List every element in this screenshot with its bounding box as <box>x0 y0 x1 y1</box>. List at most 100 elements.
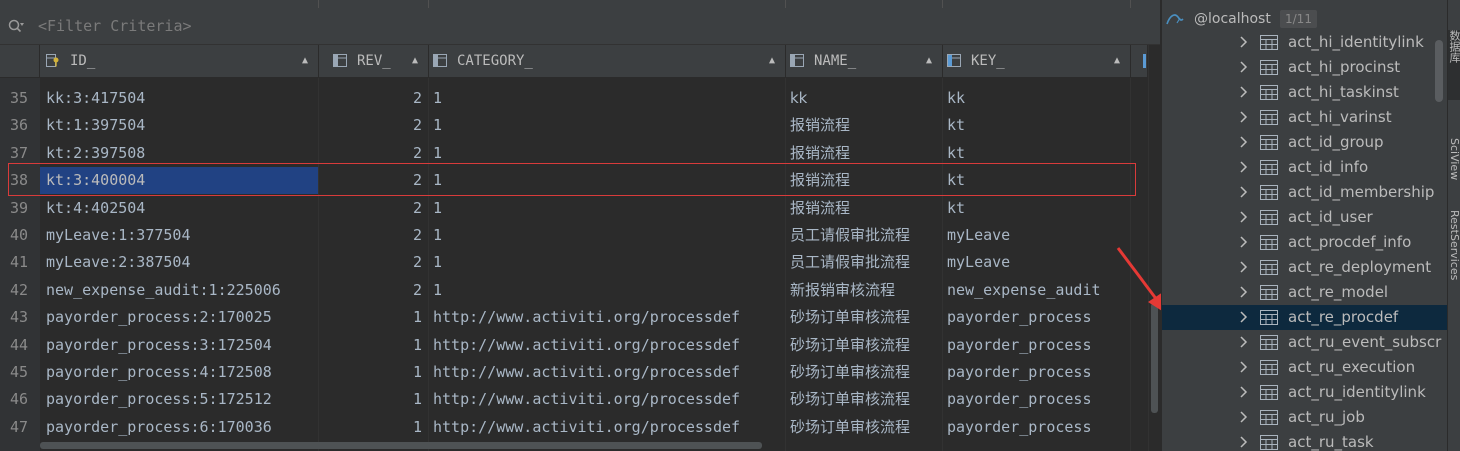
table-row[interactable]: 41 myLeave:2:387504 2 1 员工请假审批流程 myLeave <box>0 249 1148 276</box>
table-node-act-hi-varinst[interactable]: act_hi_varinst <box>1162 105 1448 130</box>
table-node-act-ru-job[interactable]: act_ru_job <box>1162 405 1448 430</box>
cell-category[interactable]: http://www.activiti.org/processdef <box>433 359 783 386</box>
cell-name[interactable]: 砂场订单审核流程 <box>790 386 940 413</box>
table-node-act-id-user[interactable]: act_id_user <box>1162 205 1448 230</box>
cell-name[interactable]: 新报销审核流程 <box>790 277 940 304</box>
cell-key[interactable]: new_expense_audit <box>947 277 1127 304</box>
table-node-act-ru-event-subscr[interactable]: act_ru_event_subscr <box>1162 330 1448 355</box>
chevron-right-icon[interactable] <box>1238 136 1248 148</box>
cell-key[interactable]: kk <box>947 85 1127 112</box>
cell-key[interactable]: payorder_process <box>947 304 1127 331</box>
scrollbar-thumb[interactable] <box>40 442 762 449</box>
chevron-right-icon[interactable] <box>1238 36 1248 48</box>
cell-key[interactable]: myLeave <box>947 222 1127 249</box>
cell-name[interactable]: kk <box>790 85 940 112</box>
cell-category[interactable]: http://www.activiti.org/processdef <box>433 304 783 331</box>
chevron-right-icon[interactable] <box>1238 386 1248 398</box>
sort-arrows-icon[interactable]: ▲ <box>926 45 932 77</box>
table-row[interactable]: 45 payorder_process:4:172508 1 http://www.a… <box>0 359 1148 386</box>
cell-rev[interactable]: 1 <box>319 386 422 413</box>
row-number[interactable]: 36 <box>0 112 34 139</box>
column-header-name[interactable]: NAME_ ▲ <box>786 45 943 77</box>
cell-name[interactable]: 员工请假审批流程 <box>790 222 940 249</box>
table-node-act-ru-identitylink[interactable]: act_ru_identitylink <box>1162 380 1448 405</box>
cell-name[interactable]: 报销流程 <box>790 195 940 222</box>
table-row[interactable]: 43 payorder_process:2:170025 1 http://www.a… <box>0 304 1148 331</box>
table-row[interactable]: 36 kt:1:397504 2 1 报销流程 kt <box>0 112 1148 139</box>
cell-rev[interactable]: 2 <box>319 195 422 222</box>
row-number[interactable]: 40 <box>0 222 34 249</box>
cell-id[interactable]: kt:1:397504 <box>46 112 316 139</box>
cell-rev[interactable]: 1 <box>319 304 422 331</box>
table-node-act-re-procdef[interactable]: act_re_procdef <box>1162 305 1448 330</box>
cell-rev[interactable]: 1 <box>319 414 422 441</box>
table-node-act-re-model[interactable]: act_re_model <box>1162 280 1448 305</box>
chevron-right-icon[interactable] <box>1238 186 1248 198</box>
cell-id[interactable]: new_expense_audit:1:225006 <box>46 277 316 304</box>
cell-id[interactable]: myLeave:1:377504 <box>46 222 316 249</box>
cell-key[interactable]: payorder_process <box>947 359 1127 386</box>
grid-horizontal-scrollbar[interactable] <box>40 440 1148 451</box>
cell-name[interactable]: 砂场订单审核流程 <box>790 414 940 441</box>
cell-rev[interactable]: 2 <box>319 85 422 112</box>
column-header-next[interactable] <box>1131 45 1148 77</box>
row-number[interactable]: 47 <box>0 414 34 441</box>
column-header-category[interactable]: CATEGORY_ ▲ <box>429 45 786 77</box>
table-node-act-ru-execution[interactable]: act_ru_execution <box>1162 355 1448 380</box>
table-row[interactable]: 47 payorder_process:6:170036 1 http://www.a… <box>0 414 1148 441</box>
tab-restservices[interactable]: RestServices <box>1448 210 1460 300</box>
table-row[interactable]: 40 myLeave:1:377504 2 1 员工请假审批流程 myLeave <box>0 222 1148 249</box>
table-row[interactable]: 39 kt:4:402504 2 1 报销流程 kt <box>0 195 1148 222</box>
schema-count-badge[interactable]: 1/11 <box>1280 10 1317 28</box>
cell-category[interactable]: 1 <box>433 85 783 112</box>
chevron-right-icon[interactable] <box>1238 411 1248 423</box>
row-number[interactable]: 45 <box>0 359 34 386</box>
chevron-right-icon[interactable] <box>1238 161 1248 173</box>
chevron-right-icon[interactable] <box>1238 436 1248 448</box>
tab-database[interactable]: 数据库 <box>1448 30 1460 100</box>
row-number[interactable]: 43 <box>0 304 34 331</box>
cell-key[interactable]: kt <box>947 112 1127 139</box>
cell-rev[interactable]: 2 <box>319 222 422 249</box>
cell-id[interactable]: payorder_process:5:172512 <box>46 386 316 413</box>
cell-rev[interactable]: 2 <box>319 249 422 276</box>
table-node-act-re-deployment[interactable]: act_re_deployment <box>1162 255 1448 280</box>
table-node-act-hi-identitylink[interactable]: act_hi_identitylink <box>1162 30 1448 55</box>
cell-category[interactable]: 1 <box>433 277 783 304</box>
chevron-right-icon[interactable] <box>1238 286 1248 298</box>
cell-category[interactable]: 1 <box>433 195 783 222</box>
row-number[interactable]: 39 <box>0 195 34 222</box>
column-header-rev[interactable]: REV_ ▲ <box>319 45 429 77</box>
connection-node[interactable]: @localhost 1/11 <box>1162 6 1448 32</box>
cell-id[interactable]: payorder_process:3:172504 <box>46 332 316 359</box>
cell-id[interactable]: kt:4:402504 <box>46 195 316 222</box>
chevron-right-icon[interactable] <box>1238 211 1248 223</box>
cell-id[interactable]: myLeave:2:387504 <box>46 249 316 276</box>
cell-key[interactable]: kt <box>947 195 1127 222</box>
cell-id[interactable]: payorder_process:4:172508 <box>46 359 316 386</box>
cell-category[interactable]: http://www.activiti.org/processdef <box>433 332 783 359</box>
row-number[interactable]: 44 <box>0 332 34 359</box>
sort-arrows-icon[interactable]: ▲ <box>1114 45 1120 77</box>
cell-id[interactable]: payorder_process:6:170036 <box>46 414 316 441</box>
cell-rev[interactable]: 1 <box>319 359 422 386</box>
sort-arrows-icon[interactable]: ▲ <box>412 45 418 77</box>
cell-category[interactable]: http://www.activiti.org/processdef <box>433 386 783 413</box>
scrollbar-thumb[interactable] <box>1435 40 1443 102</box>
table-node-act-hi-procinst[interactable]: act_hi_procinst <box>1162 55 1448 80</box>
tab-sciview[interactable]: SciView <box>1448 138 1460 198</box>
chevron-right-icon[interactable] <box>1238 361 1248 373</box>
table-node-act-id-membership[interactable]: act_id_membership <box>1162 180 1448 205</box>
table-row[interactable]: 46 payorder_process:5:172512 1 http://www.a… <box>0 386 1148 413</box>
cell-category[interactable]: 1 <box>433 249 783 276</box>
table-node-act-hi-taskinst[interactable]: act_hi_taskinst <box>1162 80 1448 105</box>
chevron-right-icon[interactable] <box>1238 111 1248 123</box>
panel-scrollbar[interactable] <box>1433 40 1445 451</box>
cell-key[interactable]: payorder_process <box>947 332 1127 359</box>
cell-key[interactable]: myLeave <box>947 249 1127 276</box>
cell-name[interactable]: 砂场订单审核流程 <box>790 304 940 331</box>
cell-key[interactable]: payorder_process <box>947 414 1127 441</box>
cell-name[interactable]: 报销流程 <box>790 112 940 139</box>
table-node-act-id-info[interactable]: act_id_info <box>1162 155 1448 180</box>
chevron-right-icon[interactable] <box>1238 336 1248 348</box>
